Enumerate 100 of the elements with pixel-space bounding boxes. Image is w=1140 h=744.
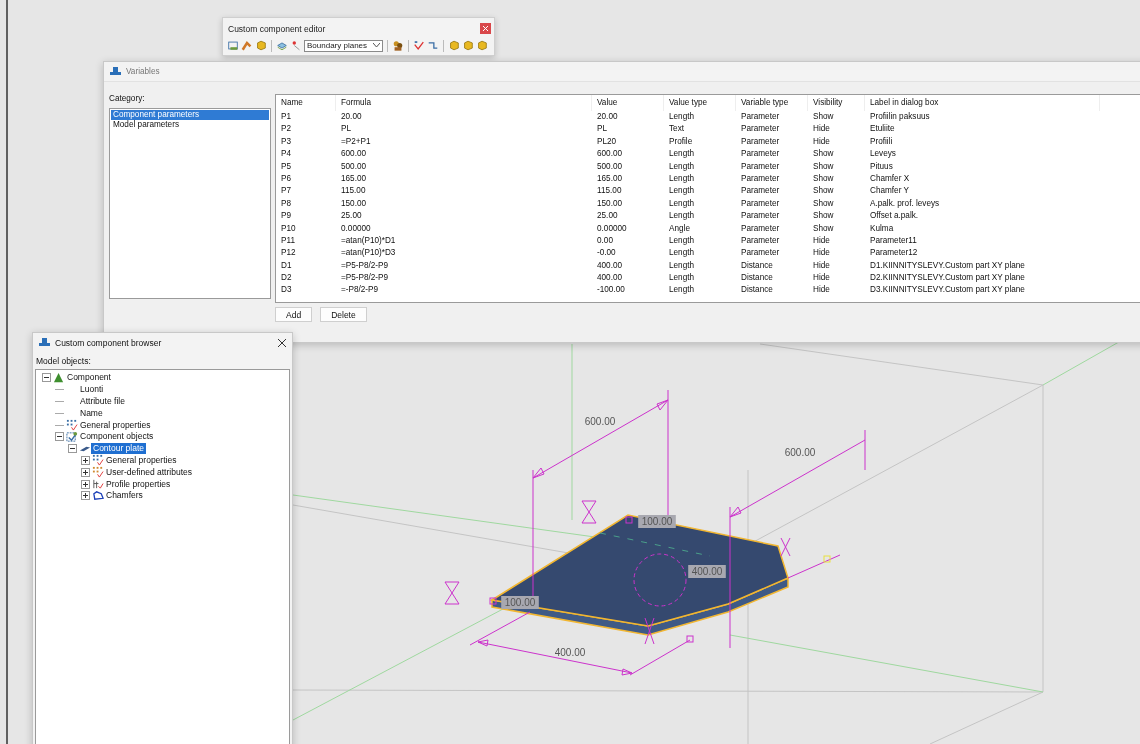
table-cell-text: =atan(P10)*D1 (340, 234, 397, 247)
cube-icon[interactable] (476, 39, 488, 52)
table-cell-text: Parameter (740, 210, 781, 223)
table-cell-text: Length (668, 172, 696, 185)
column-header[interactable]: Formula (336, 95, 592, 111)
table-cell-text: Etuliite (869, 123, 896, 136)
grid-icon (92, 466, 104, 479)
column-header[interactable]: Visibility (808, 95, 865, 111)
tick-icon[interactable] (413, 39, 425, 52)
table-cell-text: Hide (812, 247, 831, 260)
table-cell-text: Parameter (740, 234, 781, 247)
tree-item[interactable]: Chamfers (104, 490, 145, 502)
column-header[interactable]: Variable type (736, 95, 808, 111)
table-cell-text: Show (812, 197, 835, 210)
tree-item[interactable]: User-defined attributes (104, 466, 194, 478)
cube-icon[interactable] (448, 39, 460, 52)
category-label: Category: (109, 94, 146, 103)
table-cell-text: Parameter (740, 197, 781, 210)
table-cell-text: Profile (668, 135, 694, 148)
action-button[interactable]: Add (275, 307, 313, 322)
pin-icon[interactable] (290, 39, 302, 52)
table-cell-text: Distance (740, 272, 774, 285)
tree-item[interactable]: Component objects (78, 431, 156, 443)
table-cell-text: Parameter (740, 222, 781, 235)
tree-item[interactable]: General properties (78, 419, 153, 431)
table-cell-text: P1 (280, 111, 292, 123)
table-cell-text: D3.KIINNITYSLEVY.Custom part XY plane (869, 284, 1026, 297)
table-cell-text: 0.00000 (596, 222, 628, 235)
table-cell-text: P10 (280, 222, 297, 235)
grid-icon (66, 419, 78, 432)
table-cell-text: 400.00 (596, 259, 624, 272)
layers-icon[interactable] (276, 39, 288, 52)
table-cell-text: 600.00 (340, 148, 368, 161)
cube-icon[interactable] (462, 39, 474, 52)
table-cell-text: Show (812, 210, 835, 223)
table-cell-text: 165.00 (340, 172, 368, 185)
table-cell-text: 150.00 (340, 197, 368, 210)
table-cell-text: Hide (812, 259, 831, 272)
table-cell-text: D2.KIINNITYSLEVY.Custom part XY plane (869, 272, 1026, 285)
expand-toggle[interactable] (81, 467, 90, 477)
table-cell-text: Leveys (869, 148, 897, 161)
tree-item[interactable]: Component (65, 372, 113, 384)
table-cell-text: Distance (740, 284, 774, 297)
collapse-toggle[interactable] (55, 432, 64, 442)
column-header[interactable]: Value type (664, 95, 736, 111)
table-cell-text: =-P8/2-P9 (340, 284, 380, 297)
people-icon[interactable] (392, 39, 404, 52)
outline-icon (92, 489, 104, 502)
table-cell-text: P8 (280, 197, 292, 210)
close-button[interactable] (480, 23, 491, 34)
column-header[interactable]: Label in dialog box (865, 95, 1100, 111)
tree-item[interactable]: Contour plate (91, 443, 147, 455)
table-cell-text: D1 (280, 259, 293, 272)
collapse-toggle[interactable] (42, 373, 51, 383)
table-cell-text: P6 (280, 172, 292, 185)
frame-icon[interactable] (227, 39, 239, 52)
table-cell-text: D2 (280, 272, 293, 285)
expand-toggle[interactable] (81, 479, 90, 489)
action-button[interactable]: Delete (320, 307, 367, 322)
table-cell-text: 115.00 (340, 185, 367, 198)
tree-item[interactable]: Attribute file (78, 396, 127, 407)
collapse-toggle[interactable] (68, 444, 77, 454)
tree-item[interactable]: Profile properties (104, 478, 173, 490)
cube-icon[interactable] (255, 39, 267, 52)
table-cell-text: -100.00 (596, 284, 626, 297)
expand-toggle[interactable] (81, 455, 90, 465)
arm-icon[interactable] (241, 39, 253, 52)
table-cell-text: 400.00 (596, 272, 624, 285)
column-header[interactable]: Name (276, 95, 336, 111)
table-cell-text: Show (812, 172, 835, 185)
tree-item[interactable]: Name (78, 407, 105, 419)
column-header[interactable]: Value (592, 95, 664, 111)
tree-item[interactable]: General properties (104, 454, 179, 466)
table-cell-text: 25.00 (596, 210, 619, 223)
window-title: Variables (126, 67, 160, 76)
table-cell-text: P12 (280, 247, 297, 260)
category-item[interactable]: Model parameters (111, 120, 269, 130)
checklist-icon (66, 430, 78, 443)
app-icon (110, 67, 121, 76)
dimension-label: 600.00 (784, 447, 816, 458)
table-cell-text: Distance (740, 259, 774, 272)
tree-item[interactable]: Luonti (78, 384, 106, 396)
triangle-icon (53, 371, 65, 384)
table-cell-text: Length (668, 197, 696, 210)
category-item[interactable]: Component parameters (111, 110, 269, 120)
table-cell-text: Length (668, 111, 696, 123)
table-cell-text: Length (668, 148, 696, 161)
table-cell-text: 600.00 (596, 148, 624, 161)
plane-dropdown[interactable]: Boundary planes (304, 39, 383, 52)
table-cell-text: Length (668, 284, 696, 297)
table-cell-text: P2 (280, 123, 292, 136)
table-cell-text: 0.00000 (340, 222, 372, 235)
table-cell-text: Parameter (740, 185, 781, 198)
table-cell-text: Profiilin paksuus (869, 111, 931, 123)
table-cell-text: Length (668, 160, 696, 173)
expand-toggle[interactable] (81, 491, 90, 501)
table-cell-text: P9 (280, 210, 292, 223)
table-cell-text: =P5-P8/2-P9 (340, 272, 390, 285)
close-icon[interactable] (278, 338, 286, 347)
table-cell-text: A.palk. prof. leveys (869, 197, 941, 210)
